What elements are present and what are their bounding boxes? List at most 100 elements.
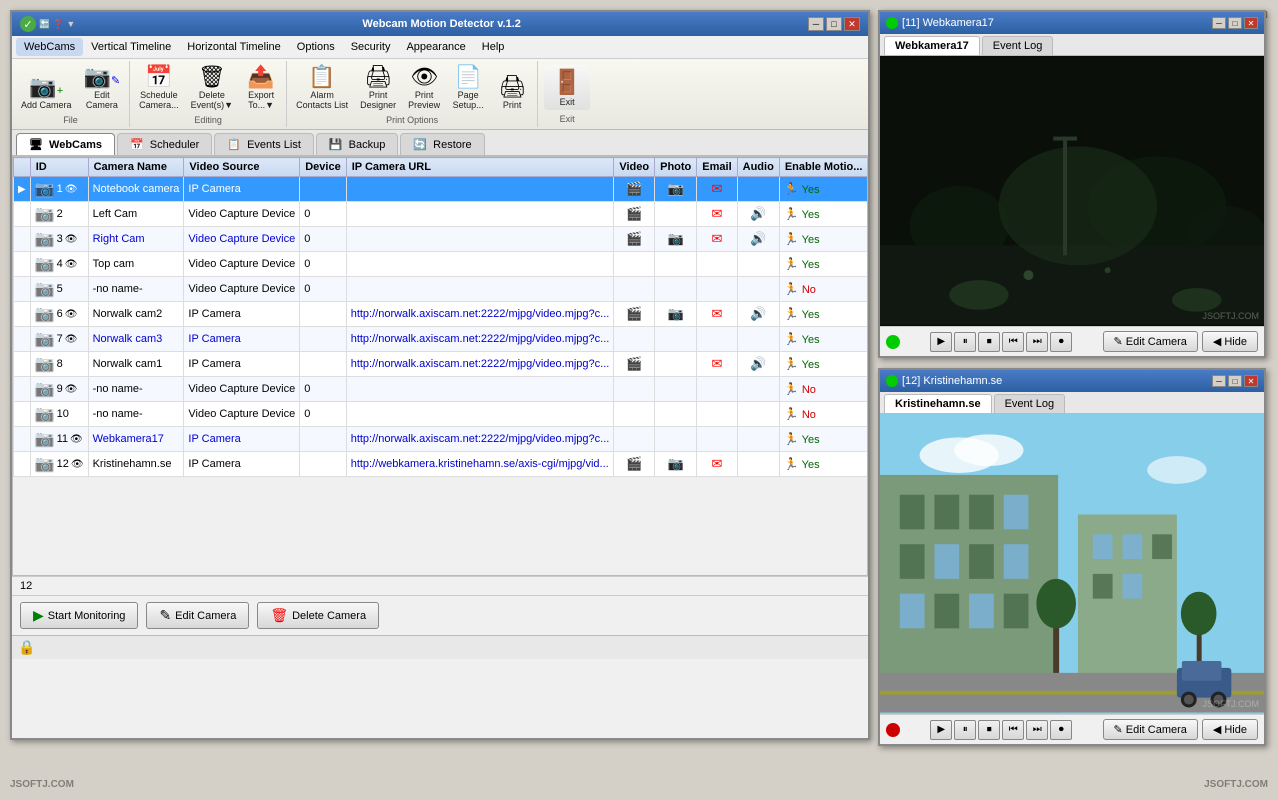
- cam2-rewind-button[interactable]: ⏮: [1002, 720, 1024, 740]
- page-setup-button[interactable]: 📄 PageSetup...: [447, 63, 489, 113]
- cam1-rewind-button[interactable]: ⏮: [1002, 332, 1024, 352]
- status-bar: 12: [12, 576, 868, 595]
- row-id: 📷 12 👁: [30, 452, 88, 477]
- cam1-hide-button[interactable]: ◀ Hide: [1202, 331, 1258, 352]
- ribbon-group-exit: 🚪 Exit Exit: [538, 61, 596, 127]
- th-photo[interactable]: Photo: [655, 158, 697, 177]
- table-row[interactable]: 📷 7 👁 Norwalk cam3 IP Camera http://norw…: [14, 327, 868, 352]
- cam2-play-button[interactable]: ▶: [930, 720, 952, 740]
- table-row[interactable]: 📷 8 Norwalk cam1 IP Camera http://norwal…: [14, 352, 868, 377]
- cam1-min-button[interactable]: ─: [1212, 17, 1226, 29]
- th-ip-url[interactable]: IP Camera URL: [346, 158, 614, 177]
- cam1-edit-camera-button[interactable]: ✎ Edit Camera: [1103, 331, 1198, 352]
- edit-camera-button[interactable]: 📷✎ EditCamera: [79, 63, 126, 113]
- table-row[interactable]: 📷 4 👁 Top cam Video Capture Device 0 🏃 Y…: [14, 252, 868, 277]
- table-row[interactable]: 📷 6 👁 Norwalk cam2 IP Camera http://norw…: [14, 302, 868, 327]
- tab-scheduler[interactable]: 📅 Scheduler: [117, 133, 212, 155]
- minimize-button[interactable]: ─: [808, 17, 824, 31]
- add-camera-button[interactable]: 📷+ Add Camera: [16, 73, 77, 113]
- schedule-camera-button[interactable]: 📅 ScheduleCamera...: [134, 63, 184, 113]
- email-icon: ✉: [712, 456, 723, 471]
- cam1-stop-button[interactable]: ⏹: [978, 332, 1000, 352]
- table-row[interactable]: ▶ 📷 1 👁 Notebook camera IP Camera 🎬 📷 ✉ …: [14, 177, 868, 202]
- cam2-max-button[interactable]: □: [1228, 375, 1242, 387]
- table-row[interactable]: 📷 9 👁 -no name- Video Capture Device 0 🏃…: [14, 377, 868, 402]
- alarm-contacts-button[interactable]: 📋 AlarmContacts List: [291, 63, 353, 113]
- cam2-hide-button[interactable]: ◀ Hide: [1202, 719, 1258, 740]
- ribbon-group-editing: 📅 ScheduleCamera... 🗑 DeleteEvent(s)▼ 📤 …: [130, 61, 287, 127]
- cam1-tab-eventlog[interactable]: Event Log: [982, 36, 1054, 55]
- cam2-tab-camera[interactable]: Kristinehamn.se: [884, 394, 992, 413]
- export-to-button[interactable]: 📤 ExportTo...▼: [240, 63, 282, 113]
- start-monitoring-button[interactable]: ▶ Start Monitoring: [20, 602, 138, 629]
- menu-options[interactable]: Options: [289, 38, 343, 56]
- print-button[interactable]: 🖨 Print: [491, 73, 533, 113]
- row-email-icon: ✉: [697, 202, 737, 227]
- cam2-hide-icon: ◀: [1213, 723, 1221, 736]
- menu-vertical-timeline[interactable]: Vertical Timeline: [83, 38, 179, 56]
- menu-webcams[interactable]: WebCams: [16, 38, 83, 56]
- email-icon: ✉: [712, 206, 723, 221]
- th-id[interactable]: ID: [30, 158, 88, 177]
- cam2-stop-button[interactable]: ⏹: [978, 720, 1000, 740]
- th-camera-name[interactable]: Camera Name: [88, 158, 184, 177]
- row-id: 📷 11 👁: [30, 427, 88, 452]
- cam1-pause-button[interactable]: ⏸: [954, 332, 976, 352]
- row-eye-icon: 👁: [65, 384, 78, 395]
- maximize-button[interactable]: □: [826, 17, 842, 31]
- row-camera-name: Left Cam: [88, 202, 184, 227]
- schedule-label: ScheduleCamera...: [139, 90, 179, 110]
- table-row[interactable]: 📷 12 👁 Kristinehamn.se IP Camera http://…: [14, 452, 868, 477]
- cam1-close-button[interactable]: ✕: [1244, 17, 1258, 29]
- row-cam-icon: 📷: [35, 329, 55, 349]
- menu-horizontal-timeline[interactable]: Horizontal Timeline: [179, 38, 289, 56]
- row-camera-name: Notebook camera: [88, 177, 184, 202]
- cam2-forward-button[interactable]: ⏭: [1026, 720, 1048, 740]
- cam1-max-button[interactable]: □: [1228, 17, 1242, 29]
- tab-restore[interactable]: 🔄 Restore: [400, 133, 484, 155]
- th-audio[interactable]: Audio: [737, 158, 779, 177]
- edit-camera-bottom-label: Edit Camera: [175, 610, 236, 622]
- th-device[interactable]: Device: [300, 158, 346, 177]
- cam2-pause-button[interactable]: ⏸: [954, 720, 976, 740]
- cam2-edit-camera-button[interactable]: ✎ Edit Camera: [1103, 719, 1198, 740]
- tab-events-list[interactable]: 📋 Events List: [214, 133, 314, 155]
- table-row[interactable]: 📷 3 👁 Right Cam Video Capture Device 0 🎬…: [14, 227, 868, 252]
- row-video-source: Video Capture Device: [184, 377, 300, 402]
- exit-button[interactable]: 🚪 Exit: [544, 65, 590, 110]
- cam2-min-button[interactable]: ─: [1212, 375, 1226, 387]
- table-row[interactable]: 📷 2 Left Cam Video Capture Device 0 🎬 ✉ …: [14, 202, 868, 227]
- cam1-play-button[interactable]: ▶: [930, 332, 952, 352]
- th-email[interactable]: Email: [697, 158, 737, 177]
- row-url: [346, 227, 614, 252]
- window-title: Webcam Motion Detector v.1.2: [75, 18, 808, 30]
- table-row[interactable]: 📷 11 👁 Webkamera17 IP Camera http://norw…: [14, 427, 868, 452]
- table-row[interactable]: 📷 5 -no name- Video Capture Device 0 🏃 N…: [14, 277, 868, 302]
- cam1-record-button[interactable]: ⏺: [1050, 332, 1072, 352]
- row-camera-name: Right Cam: [88, 227, 184, 252]
- alarm-contacts-icon: 📋: [308, 66, 335, 88]
- print-preview-button[interactable]: 👁 PrintPreview: [403, 63, 445, 113]
- delete-events-button[interactable]: 🗑 DeleteEvent(s)▼: [186, 63, 238, 113]
- export-label: ExportTo...▼: [248, 90, 274, 110]
- cam1-forward-button[interactable]: ⏭: [1026, 332, 1048, 352]
- th-video-source[interactable]: Video Source: [184, 158, 300, 177]
- close-button[interactable]: ✕: [844, 17, 860, 31]
- cam2-tab-eventlog[interactable]: Event Log: [994, 394, 1066, 413]
- menu-security[interactable]: Security: [343, 38, 399, 56]
- email-icon: ✉: [712, 231, 723, 246]
- menu-appearance[interactable]: Appearance: [398, 38, 473, 56]
- th-motion[interactable]: Enable Motio...: [779, 158, 868, 177]
- cam2-record-button[interactable]: ⏺: [1050, 720, 1072, 740]
- edit-camera-bottom-button[interactable]: ✎ Edit Camera: [146, 602, 249, 629]
- cam2-close-button[interactable]: ✕: [1244, 375, 1258, 387]
- th-video[interactable]: Video: [614, 158, 655, 177]
- delete-camera-button[interactable]: 🗑 Delete Camera: [257, 602, 379, 629]
- menu-help[interactable]: Help: [474, 38, 513, 56]
- tab-webcams[interactable]: 🖥 WebCams: [16, 133, 115, 155]
- table-row[interactable]: 📷 10 -no name- Video Capture Device 0 🏃 …: [14, 402, 868, 427]
- row-url: [346, 252, 614, 277]
- cam1-tab-camera[interactable]: Webkamera17: [884, 36, 980, 55]
- tab-backup[interactable]: 💾 Backup: [316, 133, 398, 155]
- print-designer-button[interactable]: 🖨 PrintDesigner: [355, 63, 401, 113]
